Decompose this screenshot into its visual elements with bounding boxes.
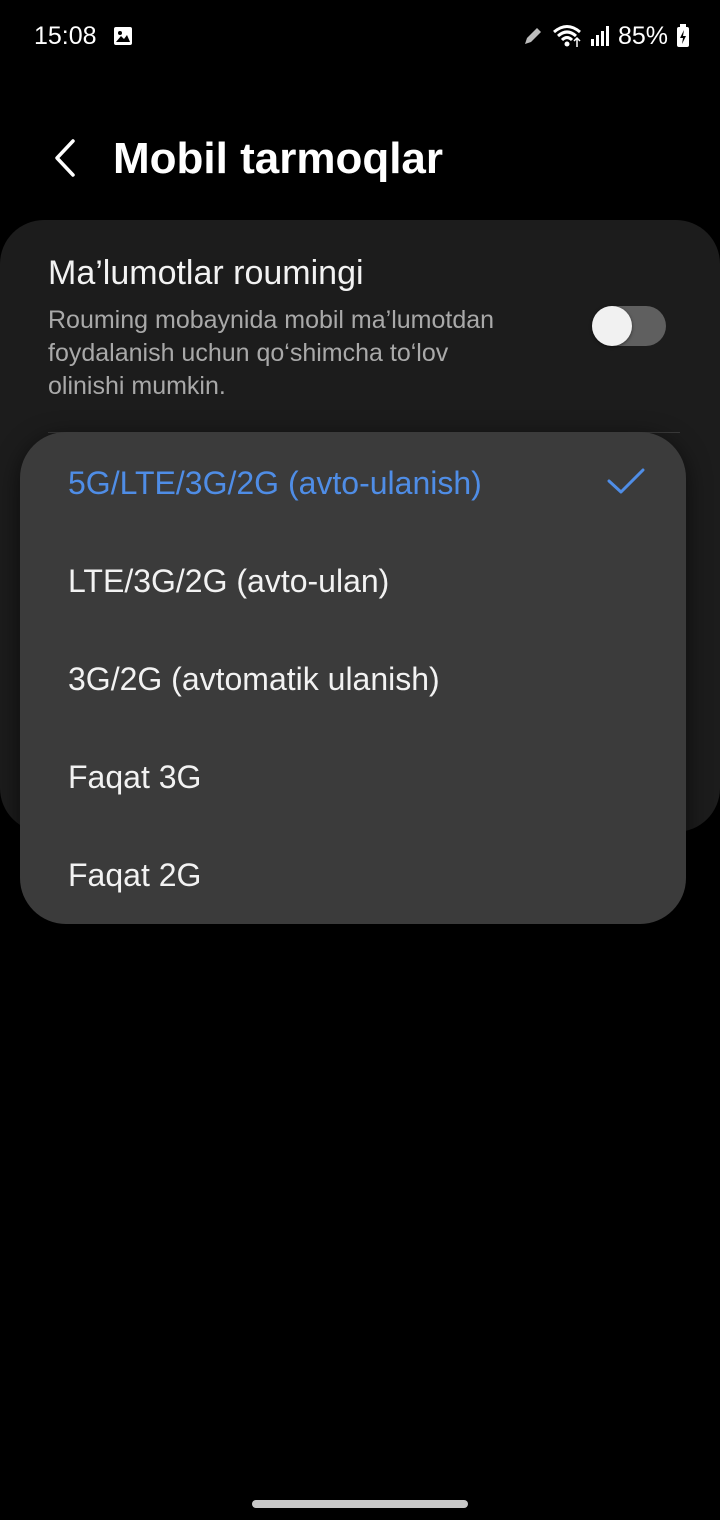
menu-option-lte-3g-2g[interactable]: LTE/3G/2G (avto-ulan)	[68, 532, 648, 630]
chevron-left-icon	[55, 139, 75, 177]
wifi-icon	[552, 25, 581, 47]
roaming-toggle[interactable]	[592, 306, 666, 346]
signal-icon	[590, 26, 609, 46]
option-label: LTE/3G/2G (avto-ulan)	[68, 562, 390, 599]
status-icons: 85%	[522, 20, 690, 52]
gesture-nav-handle[interactable]	[252, 1500, 468, 1508]
checkmark-icon	[607, 468, 645, 494]
option-label: Faqat 2G	[68, 856, 202, 893]
option-label: Faqat 3G	[68, 758, 202, 795]
menu-option-2g-only[interactable]: Faqat 2G	[68, 826, 648, 924]
menu-option-3g-only[interactable]: Faqat 3G	[68, 728, 648, 826]
status-time: 15:08	[34, 22, 97, 50]
roaming-setting-title[interactable]: Ma’lumotlar roumingi	[48, 254, 364, 293]
pen-icon	[524, 28, 541, 44]
gallery-icon	[114, 27, 132, 45]
back-button[interactable]	[40, 132, 88, 184]
menu-option-3g-2g[interactable]: 3G/2G (avtomatik ulanish)	[68, 630, 648, 728]
option-label: 3G/2G (avtomatik ulanish)	[68, 660, 440, 697]
battery-icon	[677, 24, 689, 47]
battery-percent: 85%	[617, 21, 668, 50]
toggle-knob	[592, 306, 632, 346]
status-bar: 15:08 85%	[0, 0, 720, 72]
network-mode-menu: 5G/LTE/3G/2G (avto-ulanish) LTE/3G/2G (a…	[20, 432, 686, 924]
roaming-setting-description: Rouming mobaynida mobil ma’lumotdan foyd…	[48, 306, 495, 400]
page-title: Mobil tarmoqlar	[113, 134, 444, 183]
option-label: 5G/LTE/3G/2G (avto-ulanish)	[68, 464, 482, 501]
menu-option-5g-lte-3g-2g[interactable]: 5G/LTE/3G/2G (avto-ulanish)	[68, 434, 648, 532]
